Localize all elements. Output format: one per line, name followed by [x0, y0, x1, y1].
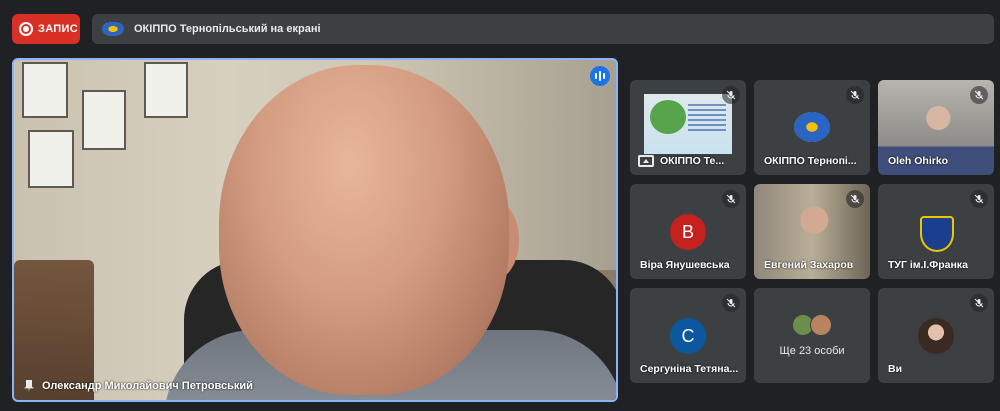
- wall-frame: [82, 90, 126, 150]
- pin-icon[interactable]: [24, 380, 34, 392]
- mic-off-icon: [722, 86, 740, 104]
- self-tile[interactable]: Ви: [878, 288, 994, 383]
- shared-screen-preview: [644, 94, 732, 154]
- recording-label: ЗАПИС: [38, 23, 78, 35]
- okippo-logo-icon: [102, 22, 124, 36]
- participant-name: ОКІППО Тернопі...: [764, 155, 857, 167]
- more-participants-tile[interactable]: Ще 23 особи: [754, 288, 870, 383]
- mic-off-icon: [970, 294, 988, 312]
- presenting-banner[interactable]: ОКІППО Тернопільський на екрані: [92, 14, 994, 44]
- okippo-logo-icon: [794, 112, 830, 142]
- participant-name: Сергуніна Тетяна...: [640, 363, 739, 375]
- record-icon: [19, 22, 33, 36]
- main-speaker-name: Олександр Миколайович Петровський: [42, 380, 253, 392]
- main-speaker-tile[interactable]: Олександр Миколайович Петровський: [12, 58, 618, 402]
- wall-frame: [28, 130, 74, 188]
- avatar: [918, 318, 954, 354]
- participant-tile[interactable]: ОКІППО Те...: [630, 80, 746, 175]
- mic-off-icon: [970, 190, 988, 208]
- participant-name: ОКІППО Те...: [660, 155, 725, 167]
- recording-button[interactable]: ЗАПИС: [12, 14, 80, 44]
- presenting-banner-text: ОКІППО Тернопільський на екрані: [134, 23, 321, 35]
- avatar: В: [670, 214, 706, 250]
- participant-name: Oleh Ohirko: [888, 155, 949, 167]
- wall-frame: [22, 62, 68, 118]
- mic-off-icon: [722, 294, 740, 312]
- main-speaker-label: Олександр Миколайович Петровський: [24, 380, 253, 392]
- wooden-chair: [14, 260, 94, 400]
- participant-name: Евгений Захаров: [764, 259, 854, 271]
- wall-frame: [144, 62, 188, 118]
- avatar: [810, 314, 832, 336]
- university-emblem-icon: [920, 216, 954, 252]
- participant-tile[interactable]: ОКІППО Тернопі...: [754, 80, 870, 175]
- participant-name: ТУГ ім.І.Франка: [888, 259, 968, 271]
- speaker-head: [219, 65, 509, 395]
- speaking-indicator-icon: [590, 66, 610, 86]
- present-screen-icon: [638, 155, 654, 167]
- participant-tile[interactable]: Евгений Захаров: [754, 184, 870, 279]
- avatar: С: [670, 318, 706, 354]
- participant-name: Ви: [888, 363, 903, 375]
- mic-off-icon: [846, 86, 864, 104]
- participant-tile[interactable]: ТУГ ім.І.Франка: [878, 184, 994, 279]
- participant-tile[interactable]: В Віра Янушевська: [630, 184, 746, 279]
- mic-off-icon: [722, 190, 740, 208]
- mic-off-icon: [846, 190, 864, 208]
- top-bar: ЗАПИС ОКІППО Тернопільський на екрані: [0, 0, 1000, 56]
- mic-off-icon: [970, 86, 988, 104]
- participant-name: Віра Янушевська: [640, 259, 730, 271]
- participant-tile[interactable]: Oleh Ohirko: [878, 80, 994, 175]
- more-participants-label: Ще 23 особи: [779, 345, 845, 357]
- participant-tile[interactable]: С Сергуніна Тетяна...: [630, 288, 746, 383]
